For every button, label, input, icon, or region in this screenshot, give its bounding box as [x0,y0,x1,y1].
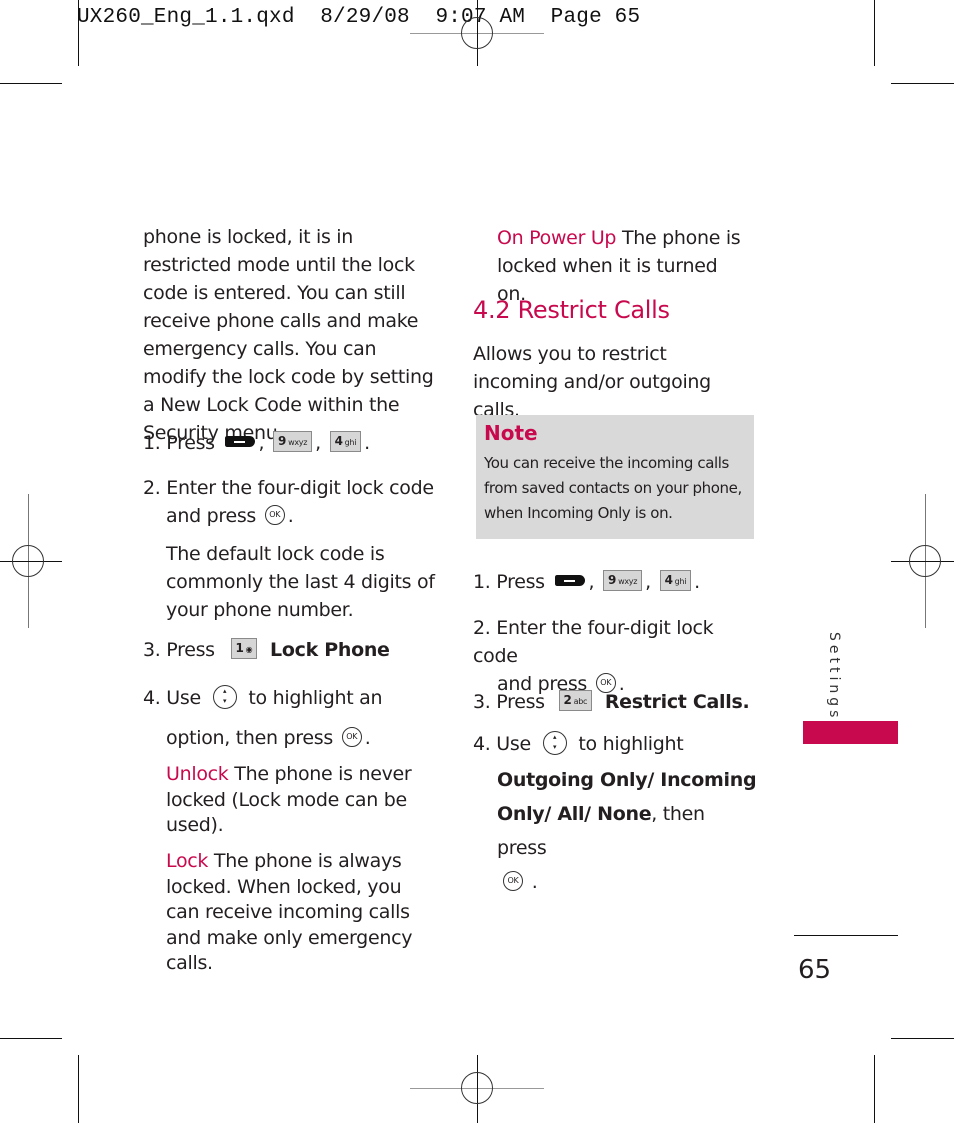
note-box: Note You can receive the incoming calls … [476,415,754,539]
ok-key-icon: OK [264,504,285,525]
default-lock-code-note: The default lock code is commonly the la… [166,543,435,621]
section-tab-marker [803,721,898,744]
crop-mark [78,0,79,66]
section-description: Allows you to restrict incoming and/or o… [473,343,711,421]
step-4-right-options: Outgoing Only/ Incoming Only/ All/ None,… [497,769,757,893]
nav-key-icon: ▴ ▾ [212,684,237,709]
step-1-left: 1. Press , 9 wxyz, 4 ghi. [143,431,370,454]
option-lock: Lock The phone is always locked. When lo… [166,850,413,974]
registration-mark [12,545,44,577]
ok-key-icon: OK [341,726,362,747]
nav-key-icon: ▴ ▾ [542,730,567,755]
crop-mark [874,0,875,66]
key-9-icon: 9 wxyz [273,431,313,452]
page-number-rule [794,935,898,936]
menu-softkey-icon [224,436,255,447]
crop-mark [0,1038,62,1039]
key-2-icon: 2 abc [558,690,593,711]
key-9-icon: 9 wxyz [603,570,643,591]
key-1-icon: 1 ◉ [230,638,258,659]
registration-mark [909,545,941,577]
crop-mark [78,1055,79,1123]
crop-mark [874,1055,875,1123]
step-4-left: 4. Use ▴ ▾ to highlight an [143,684,383,709]
menu-softkey-icon [554,575,585,586]
crop-mark [0,83,62,84]
crop-mark [891,1038,954,1039]
page-number: 65 [798,955,832,985]
step-2-left: 2. Enter the four-digit lock code and pr… [143,477,434,527]
section-tab-label: Settings [826,632,842,722]
intro-paragraph: phone is locked, it is in restricted mod… [143,226,434,444]
registration-mark [461,17,493,49]
note-text: You can receive the incoming calls from … [484,454,742,522]
step-4-right: 4. Use ▴ ▾ to highlight [473,730,684,755]
registration-mark [461,1072,493,1104]
step-3-right: 3. Press 2 abc Restrict Calls. [473,690,750,713]
ok-key-icon: OK [503,870,523,891]
key-4-icon: 4 ghi [329,431,362,452]
crop-mark [891,83,954,84]
step-4-left-cont: option, then press OK. [166,726,371,749]
note-title: Note [484,421,538,445]
print-slug: UX260_Eng_1.1.qxd 8/29/08 9:07 AM Page 6… [77,6,641,29]
key-4-icon: 4 ghi [659,570,692,591]
step-1-right: 1. Press , 9 wxyz, 4 ghi. [473,570,700,593]
option-unlock: Unlock The phone is never locked (Lock m… [166,763,412,836]
step-2-right: 2. Enter the four-digit lock code and pr… [473,617,714,695]
step-3-left: 3. Press 1 ◉ Lock Phone [143,638,390,661]
section-title: 4.2 Restrict Calls [473,296,670,324]
